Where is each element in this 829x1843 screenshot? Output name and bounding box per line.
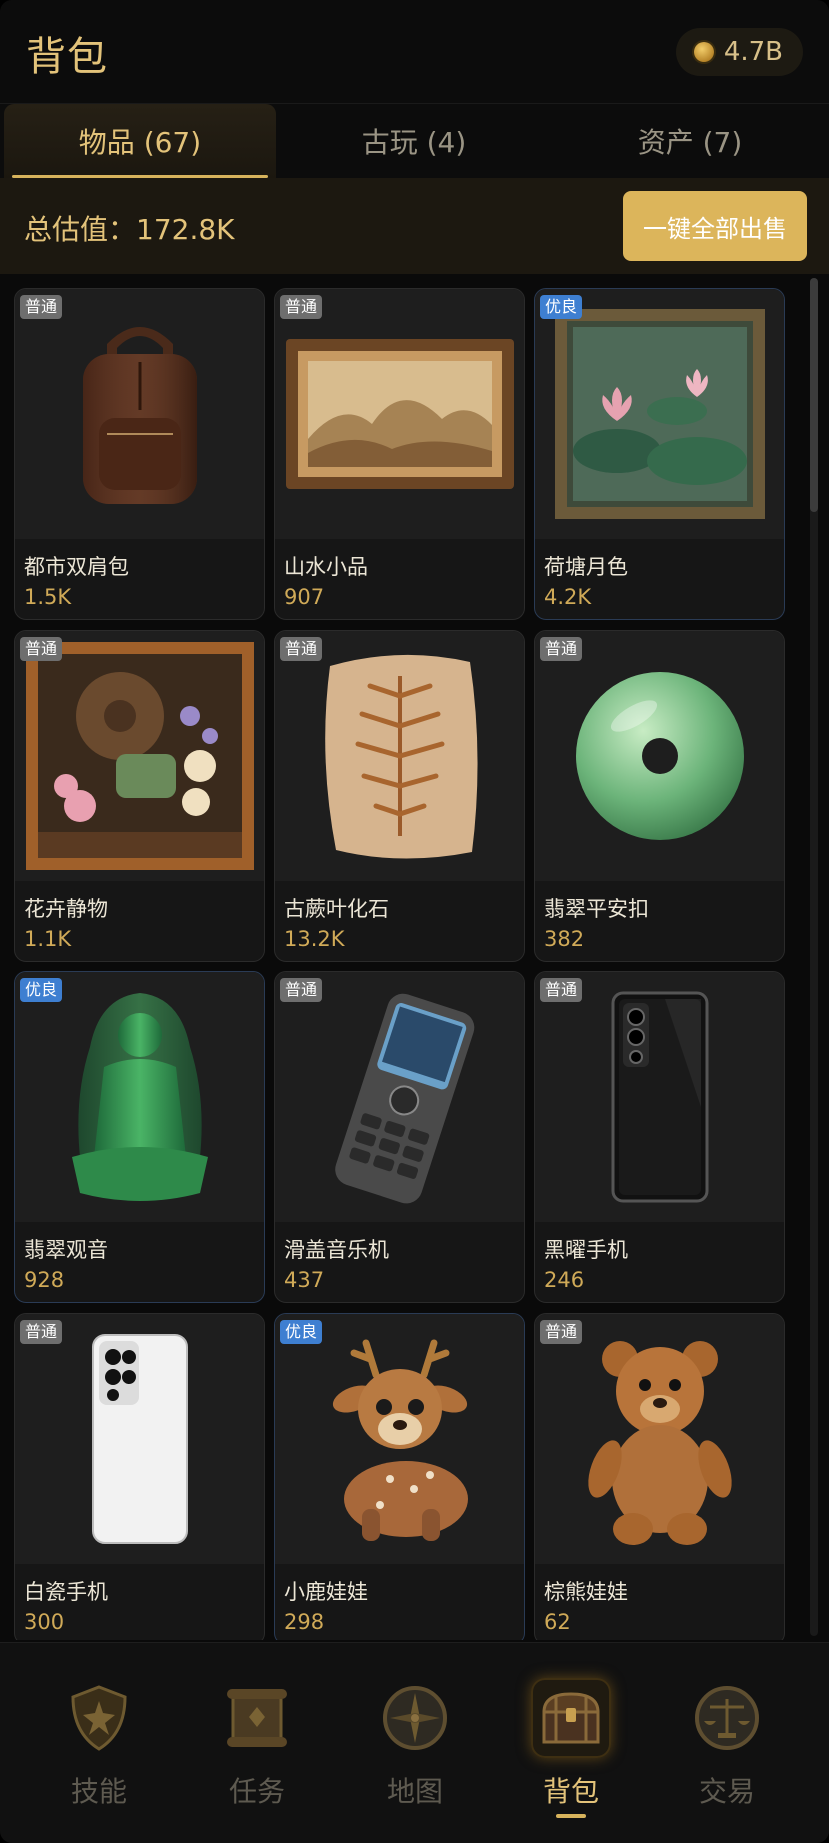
rarity-badge: 普通 — [280, 637, 323, 661]
item-name: 山水小品 — [284, 555, 368, 579]
item-name: 古蕨叶化石 — [284, 897, 389, 921]
nav-backpack[interactable]: 背包 — [516, 1678, 626, 1818]
rarity-badge: 普通 — [540, 1320, 583, 1344]
nav-map[interactable]: 地图 — [360, 1678, 470, 1818]
rarity-badge: 普通 — [20, 637, 63, 661]
item-card[interactable]: 普通 黑曜手机 246 — [534, 971, 785, 1303]
item-card[interactable]: 普通 翡翠平安扣 382 — [534, 630, 785, 962]
item-name: 翡翠平安扣 — [544, 897, 649, 921]
item-value: 907 — [284, 585, 325, 609]
item-value: 1.1K — [24, 927, 72, 951]
nav-trade[interactable]: 交易 — [672, 1678, 782, 1818]
tab-items[interactable]: 物品 (67) — [4, 104, 276, 178]
item-name: 黑曜手机 — [544, 1238, 628, 1262]
item-value: 298 — [284, 1610, 325, 1634]
item-value: 13.2K — [284, 927, 345, 951]
coin-balance-value: 4.7B — [723, 37, 783, 67]
shield-icon — [59, 1678, 139, 1758]
nav-label: 技能 — [70, 1775, 127, 1808]
rarity-badge: 优良 — [20, 978, 63, 1002]
item-card[interactable]: 普通 滑盖音乐机 437 — [274, 971, 525, 1303]
sell-all-button[interactable]: 一键全部出售 — [623, 191, 807, 261]
item-card[interactable]: 优良 小鹿娃娃 298 — [274, 1313, 525, 1640]
item-grid: 普通 都市双肩包 1.5K 普通 山水小品 907 优良 荷塘月色 4.2K 普… — [14, 288, 786, 1640]
rarity-badge: 优良 — [540, 295, 583, 319]
item-value: 246 — [544, 1268, 585, 1292]
nav-tasks[interactable]: 任务 — [202, 1678, 312, 1818]
slider-phone-icon — [275, 972, 524, 1222]
item-name: 小鹿娃娃 — [284, 1580, 368, 1604]
nav-label: 任务 — [228, 1775, 285, 1808]
item-card[interactable]: 普通 古蕨叶化石 13.2K — [274, 630, 525, 962]
item-card[interactable]: 优良 荷塘月色 4.2K — [534, 288, 785, 620]
nav-skills[interactable]: 技能 — [44, 1678, 154, 1818]
tab-bar: 物品 (67) 古玩 (4) 资产 (7) — [0, 104, 829, 178]
flower-painting-icon — [15, 631, 264, 881]
scrollbar[interactable] — [810, 278, 818, 1636]
item-value: 928 — [24, 1268, 65, 1292]
item-value: 437 — [284, 1268, 325, 1292]
treasure-chest-icon — [531, 1678, 611, 1758]
coin-icon — [693, 42, 714, 62]
item-value: 300 — [24, 1610, 65, 1634]
landscape-painting-icon — [275, 289, 524, 539]
scroll-thumb[interactable] — [810, 278, 818, 512]
coin-balance[interactable]: 4.7B — [675, 28, 803, 76]
lotus-painting-icon — [535, 289, 784, 539]
item-value: 62 — [544, 1610, 571, 1634]
bear-plush-icon — [535, 1314, 784, 1564]
nav-label: 地图 — [386, 1775, 443, 1808]
compass-icon — [375, 1678, 455, 1758]
nav-label: 背包 — [542, 1775, 599, 1808]
item-name: 荷塘月色 — [544, 555, 628, 579]
item-card[interactable]: 普通 白瓷手机 300 — [14, 1313, 265, 1640]
jade-guanyin-icon — [15, 972, 264, 1222]
total-value: 总估值：172.8K — [24, 213, 235, 246]
item-name: 花卉静物 — [24, 897, 108, 921]
item-name: 都市双肩包 — [24, 555, 129, 579]
item-name: 滑盖音乐机 — [284, 1238, 389, 1262]
item-name: 翡翠观音 — [24, 1238, 108, 1262]
rarity-badge: 普通 — [540, 637, 583, 661]
summary-bar: 总估值：172.8K 一键全部出售 — [0, 178, 829, 274]
item-card[interactable]: 普通 都市双肩包 1.5K — [14, 288, 265, 620]
item-card[interactable]: 普通 山水小品 907 — [274, 288, 525, 620]
scroll-icon — [217, 1678, 297, 1758]
bottom-nav: 技能 任务 地图 背包 交易 — [0, 1642, 829, 1843]
item-card[interactable]: 普通 花卉静物 1.1K — [14, 630, 265, 962]
app-screen: 背包 4.7B 物品 (67) 古玩 (4) 资产 (7) 总估值：172.8K… — [0, 0, 829, 1843]
item-card[interactable]: 普通 棕熊娃娃 62 — [534, 1313, 785, 1640]
rarity-badge: 普通 — [20, 295, 63, 319]
rarity-badge: 优良 — [280, 1320, 323, 1344]
item-name: 白瓷手机 — [24, 1580, 108, 1604]
rarity-badge: 普通 — [280, 978, 323, 1002]
header: 背包 4.7B — [0, 0, 829, 104]
fern-fossil-icon — [275, 631, 524, 881]
white-phone-icon — [15, 1314, 264, 1564]
item-value: 1.5K — [24, 585, 72, 609]
item-value: 382 — [544, 927, 585, 951]
black-phone-icon — [535, 972, 784, 1222]
item-value: 4.2K — [544, 585, 592, 609]
item-card[interactable]: 优良 翡翠观音 928 — [14, 971, 265, 1303]
rarity-badge: 普通 — [20, 1320, 63, 1344]
nav-label: 交易 — [698, 1775, 755, 1808]
item-name: 棕熊娃娃 — [544, 1580, 628, 1604]
backpack-icon — [15, 289, 264, 539]
deer-plush-icon — [275, 1314, 524, 1564]
page-title: 背包 — [26, 34, 108, 80]
rarity-badge: 普通 — [280, 295, 323, 319]
rarity-badge: 普通 — [540, 978, 583, 1002]
active-indicator — [556, 1814, 586, 1818]
jade-disc-icon — [535, 631, 784, 881]
scales-icon — [687, 1678, 767, 1758]
tab-assets[interactable]: 资产 (7) — [552, 104, 828, 178]
tab-antiques[interactable]: 古玩 (4) — [276, 104, 552, 178]
